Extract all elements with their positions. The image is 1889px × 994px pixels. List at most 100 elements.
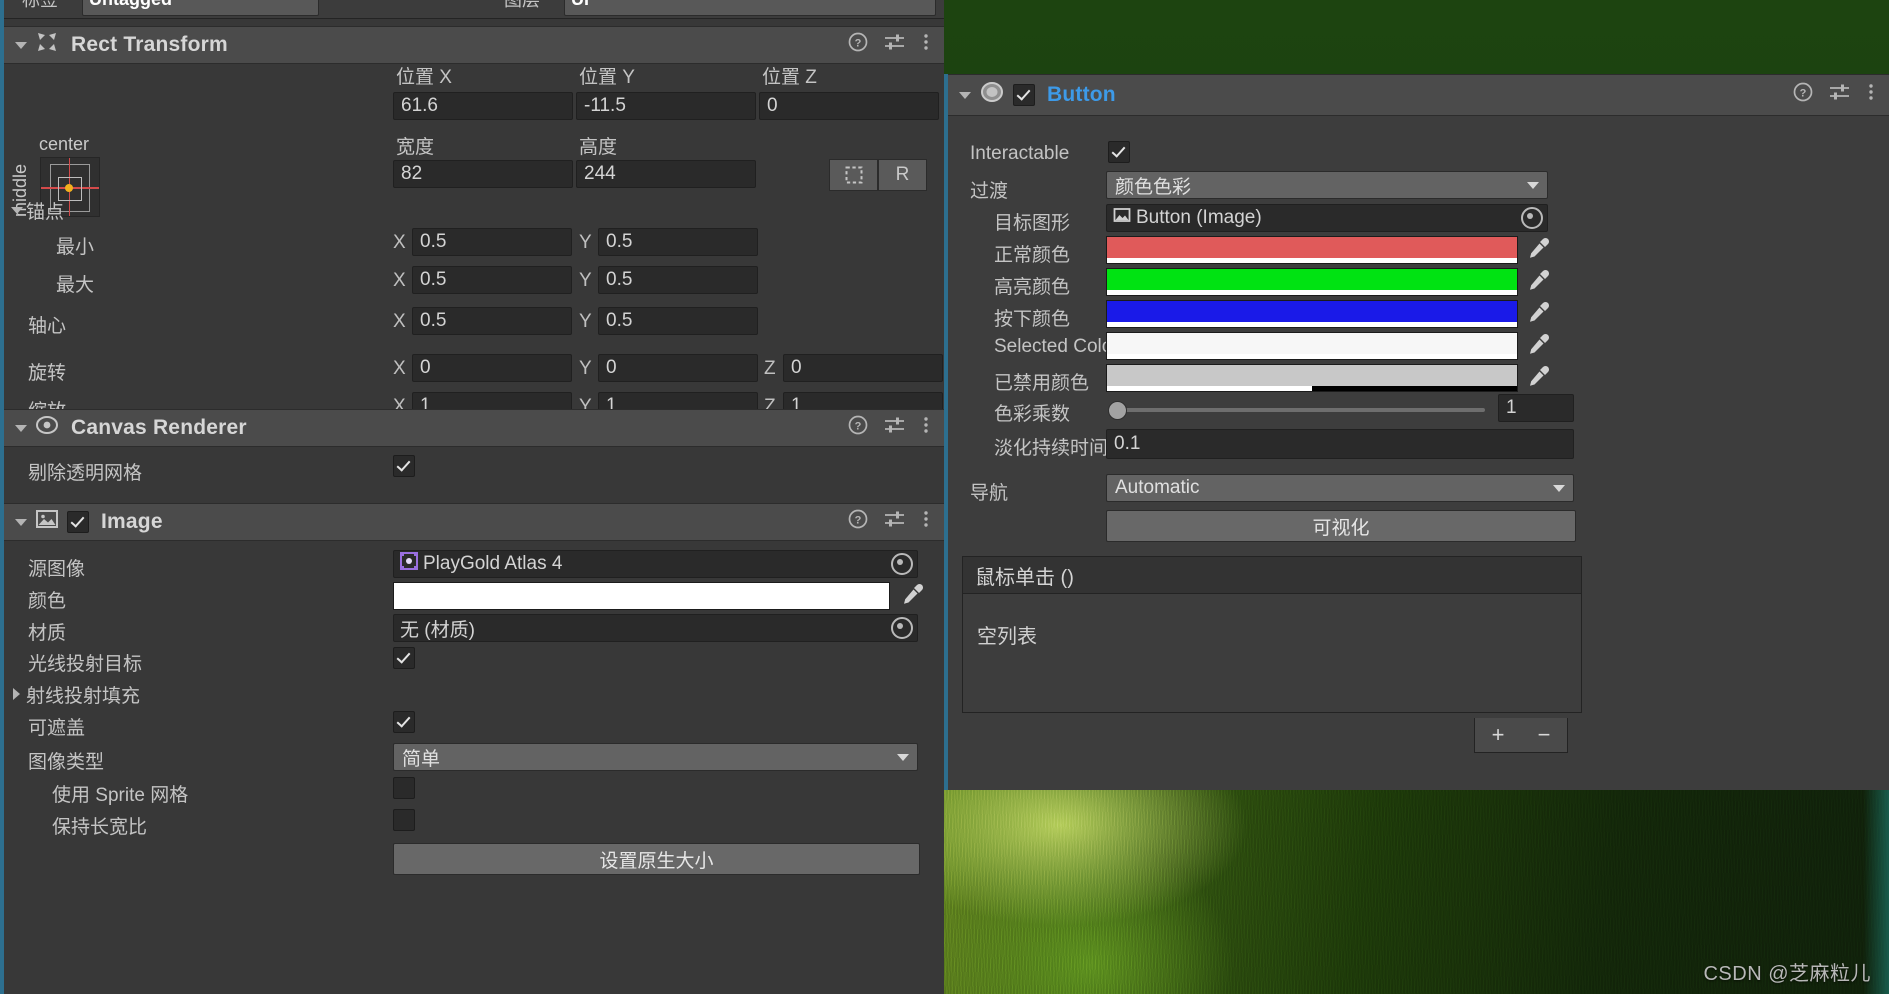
pos-y-field[interactable]: -11.5 <box>576 92 756 120</box>
width-label: 宽度 <box>396 132 434 159</box>
set-native-size-button[interactable]: 设置原生大小 <box>393 843 920 875</box>
button-component-header[interactable]: Button ? <box>948 74 1889 116</box>
navigation-dropdown[interactable]: Automatic <box>1106 474 1574 502</box>
blueprint-mode-button[interactable] <box>829 159 878 191</box>
anchor-min-x-field[interactable]: 0.5 <box>412 228 572 256</box>
rotation-x-field[interactable]: 0 <box>412 354 572 382</box>
anchors-label: 锚点 <box>26 197 64 224</box>
image-foldout-icon[interactable] <box>14 516 27 529</box>
kebab-menu-icon[interactable] <box>922 509 930 535</box>
pos-x-field[interactable]: 61.6 <box>393 92 573 120</box>
image-enabled-checkbox[interactable] <box>67 511 89 533</box>
color-multiplier-slider-knob[interactable] <box>1108 401 1127 420</box>
button-component-icon <box>979 79 1005 111</box>
source-image-label: 源图像 <box>28 554 85 581</box>
pos-z-field[interactable]: 0 <box>759 92 939 120</box>
pressed-color-eyedropper-icon[interactable] <box>1526 300 1550 326</box>
rect-transform-header[interactable]: Rect Transform ? <box>4 26 944 64</box>
pos-z-label: 位置 Z <box>762 62 817 89</box>
pressed-color-label: 按下颜色 <box>970 304 1070 331</box>
pressed-color-swatch[interactable] <box>1106 300 1518 328</box>
tag-label: 标签 <box>22 0 58 12</box>
object-picker-icon[interactable] <box>891 617 913 639</box>
help-icon[interactable]: ? <box>1793 82 1813 108</box>
pivot-x-field[interactable]: 0.5 <box>412 307 572 335</box>
fade-duration-field[interactable]: 0.1 <box>1106 429 1574 459</box>
cull-transparent-mesh-checkbox[interactable] <box>393 455 415 477</box>
selected-color-eyedropper-icon[interactable] <box>1526 332 1550 358</box>
on-click-header: 鼠标单击 () <box>963 557 1581 594</box>
material-field[interactable]: 无 (材质) <box>393 614 918 642</box>
rect-transform-icon <box>35 30 59 60</box>
rotation-y-field[interactable]: 0 <box>598 354 758 382</box>
target-graphic-label: 目标图形 <box>970 208 1070 235</box>
use-sprite-mesh-checkbox[interactable] <box>393 777 415 799</box>
disabled-color-eyedropper-icon[interactable] <box>1526 364 1550 390</box>
object-picker-icon[interactable] <box>891 553 913 575</box>
source-image-field[interactable]: PlayGold Atlas 4 <box>393 550 918 578</box>
canvas-renderer-icon <box>35 413 59 443</box>
normal-color-swatch[interactable] <box>1106 236 1518 264</box>
image-title: Image <box>101 510 163 534</box>
transition-value: 颜色色彩 <box>1115 172 1191 199</box>
visualize-button[interactable]: 可视化 <box>1106 510 1576 542</box>
remove-listener-button[interactable]: − <box>1538 722 1551 748</box>
height-field[interactable]: 244 <box>576 160 756 188</box>
preserve-aspect-label: 保持长宽比 <box>28 812 147 839</box>
tag-field[interactable]: Untagged <box>82 0 319 16</box>
layer-field[interactable]: UI <box>564 0 936 16</box>
object-picker-icon[interactable] <box>1521 207 1543 229</box>
width-field[interactable]: 82 <box>393 160 573 188</box>
image-color-eyedropper-icon[interactable] <box>900 582 924 608</box>
color-multiplier-slider[interactable] <box>1108 408 1485 412</box>
highlighted-color-eyedropper-icon[interactable] <box>1526 268 1550 294</box>
anchor-max-y-field[interactable]: 0.5 <box>598 266 758 294</box>
anchor-min-y-field[interactable]: 0.5 <box>598 228 758 256</box>
anchors-foldout[interactable]: 锚点 <box>10 197 64 224</box>
selected-color-swatch[interactable] <box>1106 332 1518 360</box>
kebab-menu-icon[interactable] <box>1867 82 1875 108</box>
anchor-max-x-field[interactable]: 0.5 <box>412 266 572 294</box>
preset-settings-icon[interactable] <box>884 415 906 441</box>
image-type-dropdown[interactable]: 简单 <box>393 743 918 771</box>
pos-y-label: 位置 Y <box>579 62 635 89</box>
kebab-menu-icon[interactable] <box>922 415 930 441</box>
canvas-renderer-header[interactable]: Canvas Renderer ? <box>4 409 944 447</box>
anchor-min-y-axis: Y <box>579 232 596 254</box>
pivot-y-field[interactable]: 0.5 <box>598 307 758 335</box>
interactable-checkbox[interactable] <box>1108 141 1130 163</box>
color-multiplier-value-field[interactable]: 1 <box>1498 394 1574 422</box>
kebab-menu-icon[interactable] <box>922 32 930 58</box>
image-header[interactable]: Image ? <box>4 503 944 541</box>
image-color-swatch[interactable] <box>393 582 890 610</box>
rect-transform-foldout-icon[interactable] <box>14 39 27 52</box>
button-enabled-checkbox[interactable] <box>1013 84 1035 106</box>
preset-settings-icon[interactable] <box>884 509 906 535</box>
preserve-aspect-checkbox[interactable] <box>393 809 415 831</box>
raycast-target-checkbox[interactable] <box>393 647 415 669</box>
add-listener-button[interactable]: + <box>1492 722 1505 748</box>
help-icon[interactable]: ? <box>848 32 868 58</box>
svg-text:?: ? <box>855 515 862 527</box>
raw-edit-mode-button[interactable]: R <box>878 159 927 191</box>
material-label: 材质 <box>28 618 66 645</box>
target-graphic-field[interactable]: Button (Image) <box>1106 204 1548 232</box>
rotation-z-field[interactable]: 0 <box>783 354 943 382</box>
highlighted-color-swatch[interactable] <box>1106 268 1518 296</box>
raycast-padding-foldout[interactable]: 射线投射填充 <box>10 681 140 708</box>
transition-label: 过渡 <box>970 176 1008 203</box>
maskable-checkbox[interactable] <box>393 711 415 733</box>
help-icon[interactable]: ? <box>848 509 868 535</box>
transition-dropdown[interactable]: 颜色色彩 <box>1106 171 1548 199</box>
normal-color-eyedropper-icon[interactable] <box>1526 236 1550 262</box>
disabled-color-swatch[interactable] <box>1106 364 1518 392</box>
anchors-foldout-icon[interactable] <box>10 204 23 217</box>
on-click-add-remove-buttons[interactable]: + − <box>1474 718 1568 753</box>
rect-transform-body: center middle 位置 X 位置 Y 位置 Z 61.6 -11.5 … <box>4 64 944 399</box>
button-foldout-icon[interactable] <box>958 89 971 102</box>
canvas-renderer-foldout-icon[interactable] <box>14 422 27 435</box>
help-icon[interactable]: ? <box>848 415 868 441</box>
preset-settings-icon[interactable] <box>1829 82 1851 108</box>
preset-settings-icon[interactable] <box>884 32 906 58</box>
raycast-padding-foldout-icon[interactable] <box>10 688 23 701</box>
